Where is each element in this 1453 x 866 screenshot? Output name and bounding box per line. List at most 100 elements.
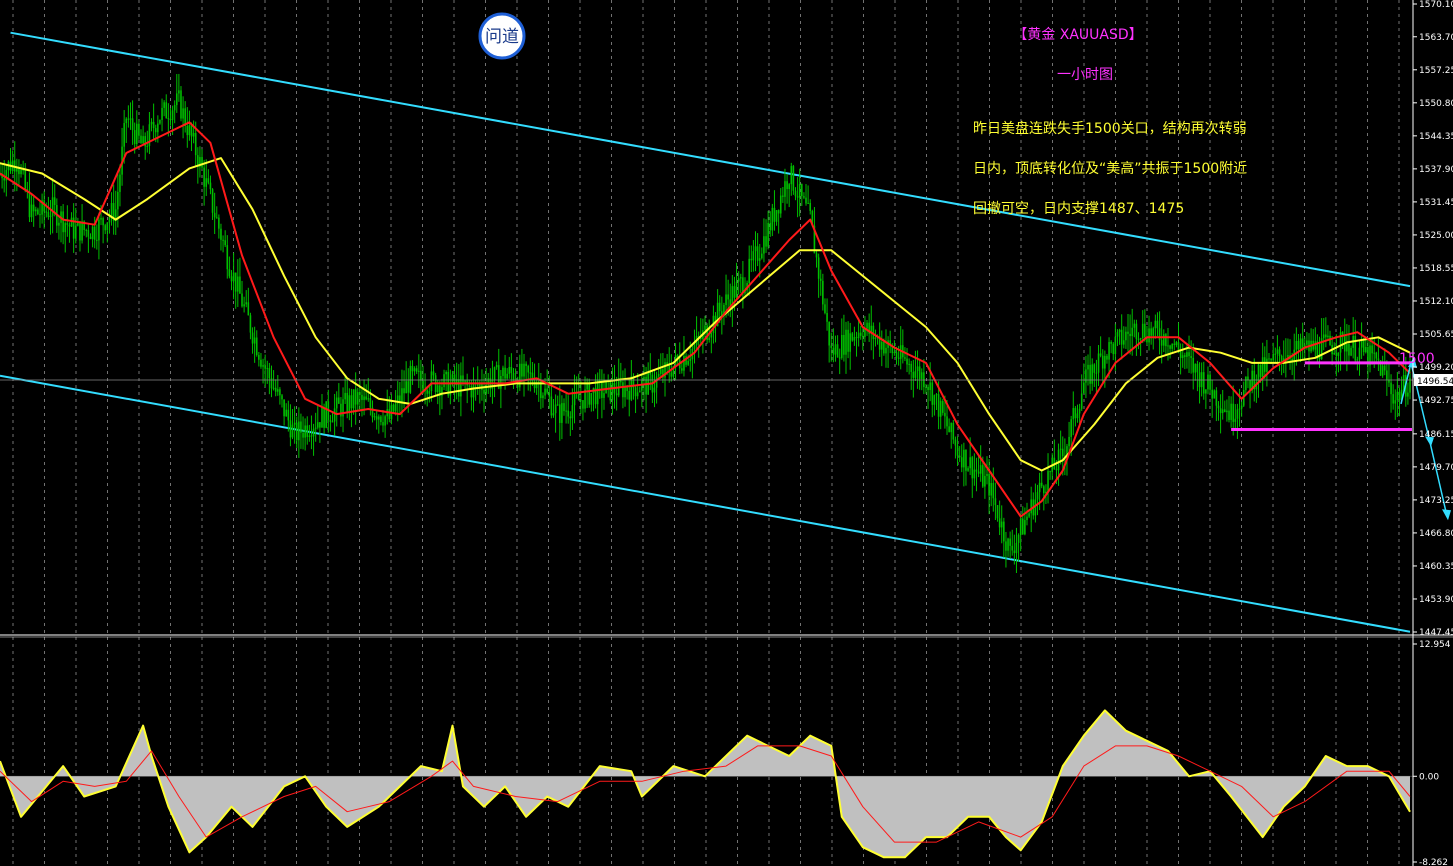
candle-body [1137, 338, 1140, 340]
candle-body [260, 359, 262, 367]
candle-body [801, 184, 803, 197]
candle-body [914, 371, 917, 378]
candle-body [556, 404, 559, 406]
price-tick-label: 1570.10 [1419, 0, 1453, 10]
candle-body [87, 230, 90, 237]
candle-body [119, 174, 121, 192]
candle-body [159, 119, 161, 124]
candle-body [276, 389, 279, 392]
candle-body [359, 392, 361, 395]
candle-body [739, 277, 742, 279]
candle-body [262, 365, 264, 367]
candle-body [1407, 392, 1409, 397]
chart-canvas: 1570.10 1563.70 1557.25 1550.80 1544.35 1537.… [0, 0, 1453, 866]
candle-body [849, 333, 852, 352]
candle-body [266, 368, 269, 370]
candle-body [931, 382, 934, 405]
candle-body [510, 367, 513, 374]
note-3: 回撤可空，日内支撑1487、1475 [973, 201, 1184, 217]
candle-body [1188, 352, 1190, 357]
candle-body [378, 416, 380, 420]
candle-body [203, 167, 205, 187]
candle-body [954, 439, 957, 446]
candle-body [782, 195, 784, 197]
candle-body [847, 329, 849, 352]
candle-body [571, 405, 574, 419]
candle-body [1190, 356, 1192, 358]
candle-body [1104, 355, 1106, 369]
candle-body [1327, 335, 1329, 338]
candle-body [1221, 409, 1224, 414]
candle-body [445, 371, 447, 375]
candle-body [1266, 358, 1268, 372]
candle-body [194, 132, 197, 156]
candle-body [432, 371, 435, 376]
candle-body [920, 372, 923, 379]
candle-body [573, 392, 576, 406]
candle-body [1184, 355, 1186, 357]
candle-body [422, 380, 424, 391]
candle-body [933, 395, 936, 405]
candle-body [1346, 344, 1348, 352]
candle-body [1228, 410, 1230, 420]
candle-body [542, 395, 544, 399]
candle-body [375, 416, 378, 420]
candle-body [708, 337, 711, 340]
candle-body [1125, 331, 1127, 341]
candle-body [464, 380, 466, 383]
candle-body [365, 396, 367, 400]
candle-body [1373, 352, 1376, 354]
candle-body [994, 498, 997, 506]
candle-body [832, 347, 835, 355]
candle-body [352, 389, 355, 409]
candle-body [1116, 332, 1119, 337]
candle-body [1333, 352, 1336, 355]
candle-body [417, 370, 420, 372]
candle-body [218, 217, 220, 229]
price-tick-label: 1453.90 [1419, 595, 1453, 605]
candle-body [638, 390, 641, 393]
candle-body [81, 221, 83, 241]
candle-body [786, 181, 788, 190]
candle-body [66, 223, 69, 225]
candle-body [710, 333, 713, 338]
candle-body [178, 90, 180, 94]
candle-body [1019, 518, 1022, 536]
candle-body [39, 214, 41, 216]
candle-body [546, 388, 548, 393]
price-tick-label: 1466.80 [1419, 529, 1453, 539]
candle-body [645, 376, 647, 395]
candle-body [268, 368, 271, 379]
candle-body [1261, 357, 1264, 377]
price-tick-label: 1473.25 [1419, 496, 1453, 506]
candle-body [1080, 393, 1083, 409]
candle-body [108, 217, 111, 223]
candle-body [883, 341, 885, 354]
candle-body [790, 166, 793, 185]
price-tick-label: 1544.35 [1419, 132, 1453, 142]
candle-body [1028, 513, 1030, 517]
chart-timeframe: 一小时图 [1057, 67, 1113, 83]
candle-body [1398, 391, 1401, 401]
candle-body [1211, 389, 1213, 399]
candle-body [239, 276, 241, 294]
candle-body [224, 240, 226, 246]
candle-body [577, 393, 580, 401]
candle-body [1034, 499, 1037, 516]
candle-body [552, 413, 555, 416]
candle-body [796, 196, 799, 198]
candle-body [1215, 390, 1218, 406]
candle-body [1160, 340, 1163, 346]
candle-body [205, 178, 208, 187]
candle-body [298, 421, 300, 441]
candle-body [1392, 394, 1394, 404]
candle-body [1017, 535, 1020, 543]
candle-body [1259, 364, 1262, 377]
candle-body [1118, 329, 1121, 333]
candle-body [348, 395, 351, 413]
candle-body [493, 367, 496, 381]
candle-body [853, 337, 856, 341]
candle-body [403, 388, 405, 394]
candle-body [1314, 341, 1317, 350]
candle-body [1171, 343, 1173, 349]
